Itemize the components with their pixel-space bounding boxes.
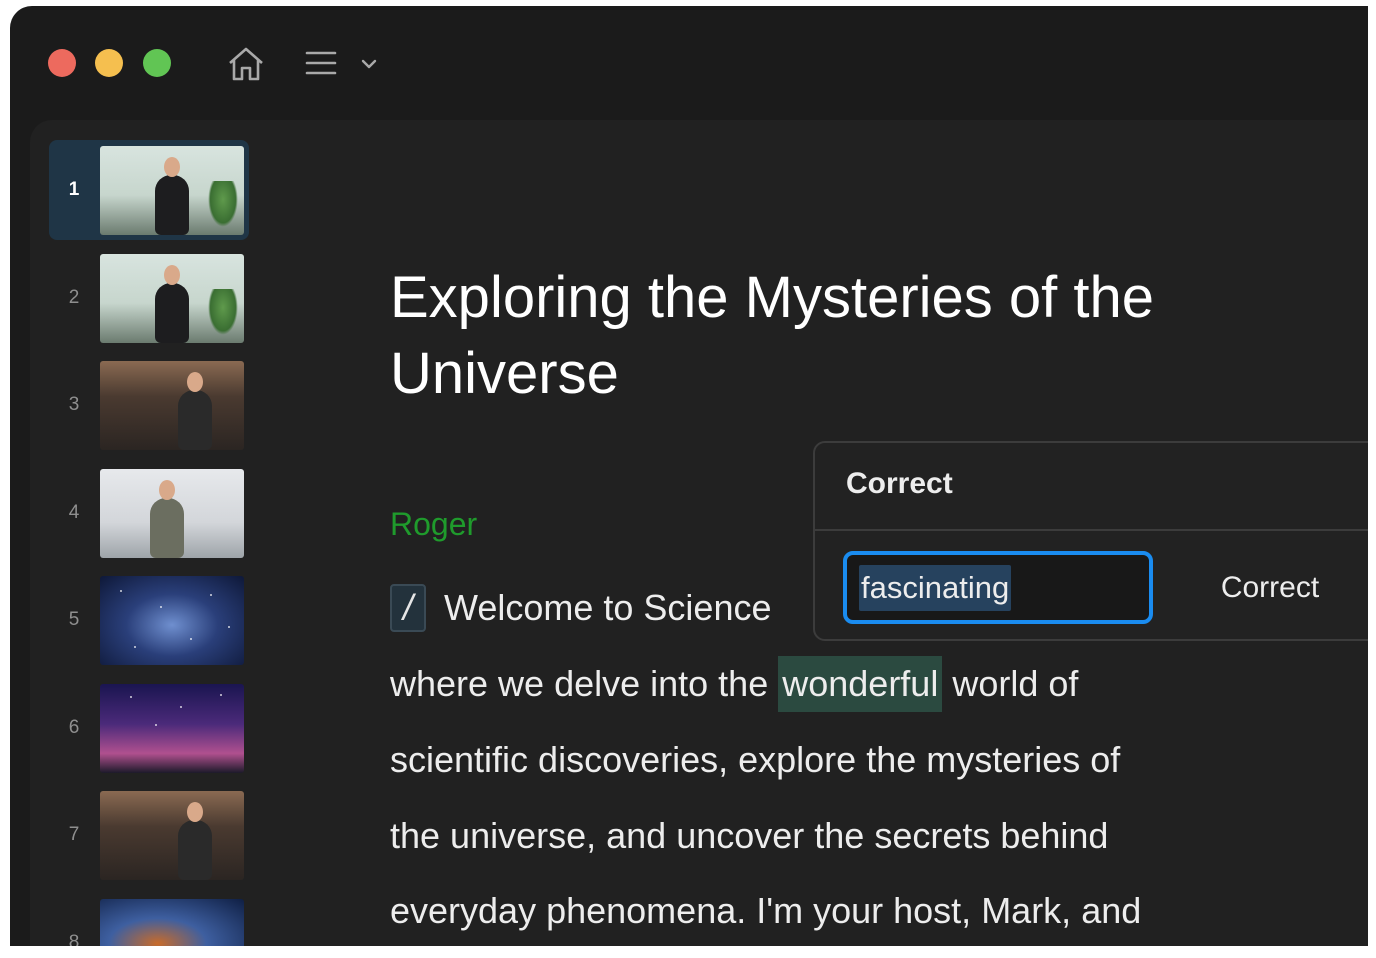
slide-thumbnail xyxy=(100,254,244,343)
slide-item-5[interactable]: 5 xyxy=(49,570,249,670)
editor-panel: 1 2 3 4 5 6 7 8 Exploring the Mysteries … xyxy=(30,120,1368,946)
slide-number: 8 xyxy=(68,932,80,946)
slide-number: 7 xyxy=(68,824,80,845)
slide-item-7[interactable]: 7 xyxy=(49,785,249,885)
menu-icon[interactable] xyxy=(304,46,338,80)
correction-input[interactable] xyxy=(843,551,1153,624)
page-title: Exploring the Mysteries of the Universe xyxy=(390,265,1155,406)
slide-thumbnail xyxy=(100,684,244,773)
correct-popup: Correct fascinating Correct xyxy=(813,441,1368,641)
transcript-line[interactable]: the universe, and uncover the secrets be… xyxy=(390,808,1108,864)
command-marker[interactable]: / xyxy=(390,584,426,632)
transcript-line[interactable]: everyday phenomena. I'm your host, Mark,… xyxy=(390,883,1141,939)
slide-number: 5 xyxy=(68,609,80,630)
speaker-label[interactable]: Roger xyxy=(390,506,477,543)
popup-title: Correct xyxy=(846,467,953,500)
slide-number: 3 xyxy=(68,394,80,415)
chevron-down-icon[interactable] xyxy=(358,53,380,75)
slide-number: 4 xyxy=(68,502,80,523)
home-icon[interactable] xyxy=(226,44,266,84)
slide-item-3[interactable]: 3 xyxy=(49,355,249,455)
slide-number: 1 xyxy=(68,179,80,200)
slide-thumbnail xyxy=(100,791,244,880)
transcript-line[interactable]: where we delve into the wonderful world … xyxy=(390,656,1078,712)
slide-item-6[interactable]: 6 xyxy=(49,678,249,778)
slide-thumbnail xyxy=(100,576,244,665)
transcript-text: world of xyxy=(942,663,1079,704)
slide-thumbnail xyxy=(100,146,244,235)
highlighted-word[interactable]: wonderful xyxy=(778,656,943,712)
slide-thumbnail xyxy=(100,899,244,946)
slide-number: 6 xyxy=(68,717,80,738)
transcript-line[interactable]: scientific discoveries, explore the myst… xyxy=(390,732,1120,788)
app-window: 1 2 3 4 5 6 7 8 Exploring the Mysteries … xyxy=(10,6,1368,946)
slide-item-1[interactable]: 1 xyxy=(49,140,249,240)
slide-thumbnail xyxy=(100,469,244,558)
slide-item-2[interactable]: 2 xyxy=(49,248,249,348)
close-window-button[interactable] xyxy=(48,49,76,77)
popup-header: Correct xyxy=(815,443,1368,531)
transcript-text: where we delve into the xyxy=(390,663,779,704)
slide-thumbnail xyxy=(100,361,244,450)
correct-button[interactable]: Correct xyxy=(1185,551,1355,624)
zoom-window-button[interactable] xyxy=(143,49,171,77)
title-bar xyxy=(10,6,1368,120)
slide-item-8[interactable]: 8 xyxy=(49,893,249,946)
slide-number: 2 xyxy=(68,287,80,308)
slide-item-4[interactable]: 4 xyxy=(49,463,249,563)
transcript-line[interactable]: Welcome to Science xyxy=(444,580,771,636)
minimize-window-button[interactable] xyxy=(95,49,123,77)
